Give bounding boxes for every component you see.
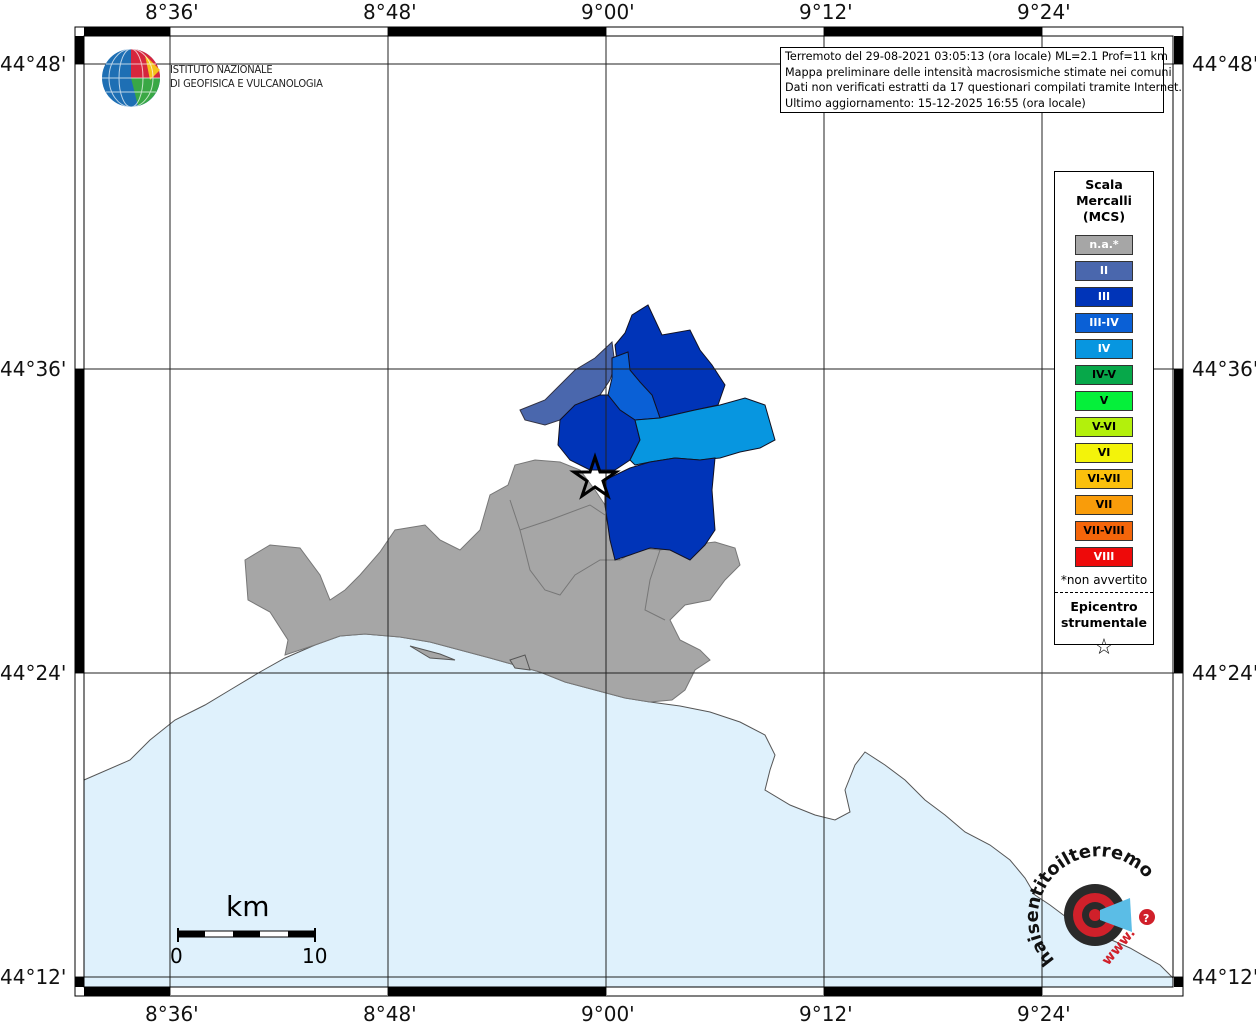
region-iii-south	[604, 457, 716, 561]
lat-label-left-2: 44°24'	[0, 661, 67, 685]
legend-swatch: VIII	[1075, 547, 1133, 567]
ingv-line-2: DI GEOFISICA E VULCANOLOGIA	[170, 76, 323, 90]
lon-label-bottom-2: 9°00'	[581, 1002, 635, 1026]
legend-swatch: VII	[1075, 495, 1133, 515]
legend-swatch: III	[1075, 287, 1133, 307]
legend-swatch: IV	[1075, 339, 1133, 359]
svg-text:?: ?	[1143, 912, 1149, 925]
lat-label-right-3: 44°12'	[1192, 965, 1256, 989]
legend-swatch: VI-VII	[1075, 469, 1133, 489]
legend-swatch: V-VI	[1075, 417, 1133, 437]
lon-label-top-1: 8°48'	[363, 0, 417, 24]
lon-label-top-2: 9°00'	[581, 0, 635, 24]
lon-label-bottom-3: 9°12'	[799, 1002, 853, 1026]
ingv-logo-text: ISTITUTO NAZIONALE DI GEOFISICA E VULCAN…	[170, 63, 323, 90]
epicenter-title-1: Epicentro	[1070, 599, 1138, 614]
info-line-3: Dati non verificati estratti da 17 quest…	[785, 81, 1182, 94]
scale-bar: km 0 10	[170, 890, 330, 970]
mcs-legend: Scala Mercalli (MCS) n.a.* II III III-IV IV I…	[1054, 171, 1154, 660]
ingv-line-1: ISTITUTO NAZIONALE	[170, 63, 273, 76]
lon-label-top-3: 9°12'	[799, 0, 853, 24]
legend-swatch: n.a.*	[1075, 235, 1133, 255]
lon-label-top-0: 8°36'	[145, 0, 199, 24]
epicenter-title-2: strumentale	[1060, 615, 1148, 630]
legend-swatch: VI	[1075, 443, 1133, 463]
legend-swatch: V	[1075, 391, 1133, 411]
lat-label-right-1: 44°36'	[1192, 357, 1256, 381]
ingv-globe-icon	[102, 48, 160, 108]
lat-label-left-0: 44°48'	[0, 52, 67, 76]
lat-label-left-1: 44°36'	[0, 357, 67, 381]
lon-label-top-4: 9°24'	[1017, 0, 1071, 24]
legend-note: *non avvertito	[1060, 573, 1148, 587]
legend-swatch: VII-VIII	[1075, 521, 1133, 541]
info-line-4: Ultimo aggiornamento: 15-12-2025 16:55 (…	[785, 96, 1086, 110]
legend-swatch: II	[1075, 261, 1133, 281]
legend-separator	[1055, 592, 1153, 593]
info-line-1: Terremoto del 29-08-2021 03:05:13 (ora l…	[785, 50, 1168, 63]
lat-label-right-2: 44°24'	[1192, 661, 1256, 685]
scale-max: 10	[302, 944, 328, 968]
epicenter-legend-star-icon: ☆	[1094, 635, 1114, 660]
event-info-box: Terremoto del 29-08-2021 03:05:13 (ora l…	[780, 47, 1182, 113]
epicenter-legend-title: Epicentro strumentale	[1055, 599, 1153, 631]
lon-label-bottom-4: 9°24'	[1017, 1002, 1071, 1026]
lon-label-bottom-0: 8°36'	[145, 1002, 199, 1026]
legend-swatch: III-IV	[1075, 313, 1133, 333]
legend-swatch: IV-V	[1075, 365, 1133, 385]
info-line-2: Mappa preliminare delle intensità macros…	[785, 65, 1172, 79]
scale-unit: km	[226, 890, 270, 923]
lat-label-right-0: 44°48'	[1192, 52, 1256, 76]
scale-min: 0	[170, 944, 183, 968]
legend-swatches: n.a.* II III III-IV IV IV-V V V-VI VI VI-VII VII VI…	[1055, 235, 1153, 567]
lat-label-left-3: 44°12'	[0, 965, 67, 989]
legend-title-3: (MCS)	[1082, 209, 1126, 224]
legend-title-1: Scala	[1085, 177, 1123, 192]
legend-title-2: Mercalli	[1076, 193, 1132, 208]
lon-label-bottom-1: 8°48'	[363, 1002, 417, 1026]
legend-title: Scala Mercalli (MCS)	[1055, 177, 1153, 225]
